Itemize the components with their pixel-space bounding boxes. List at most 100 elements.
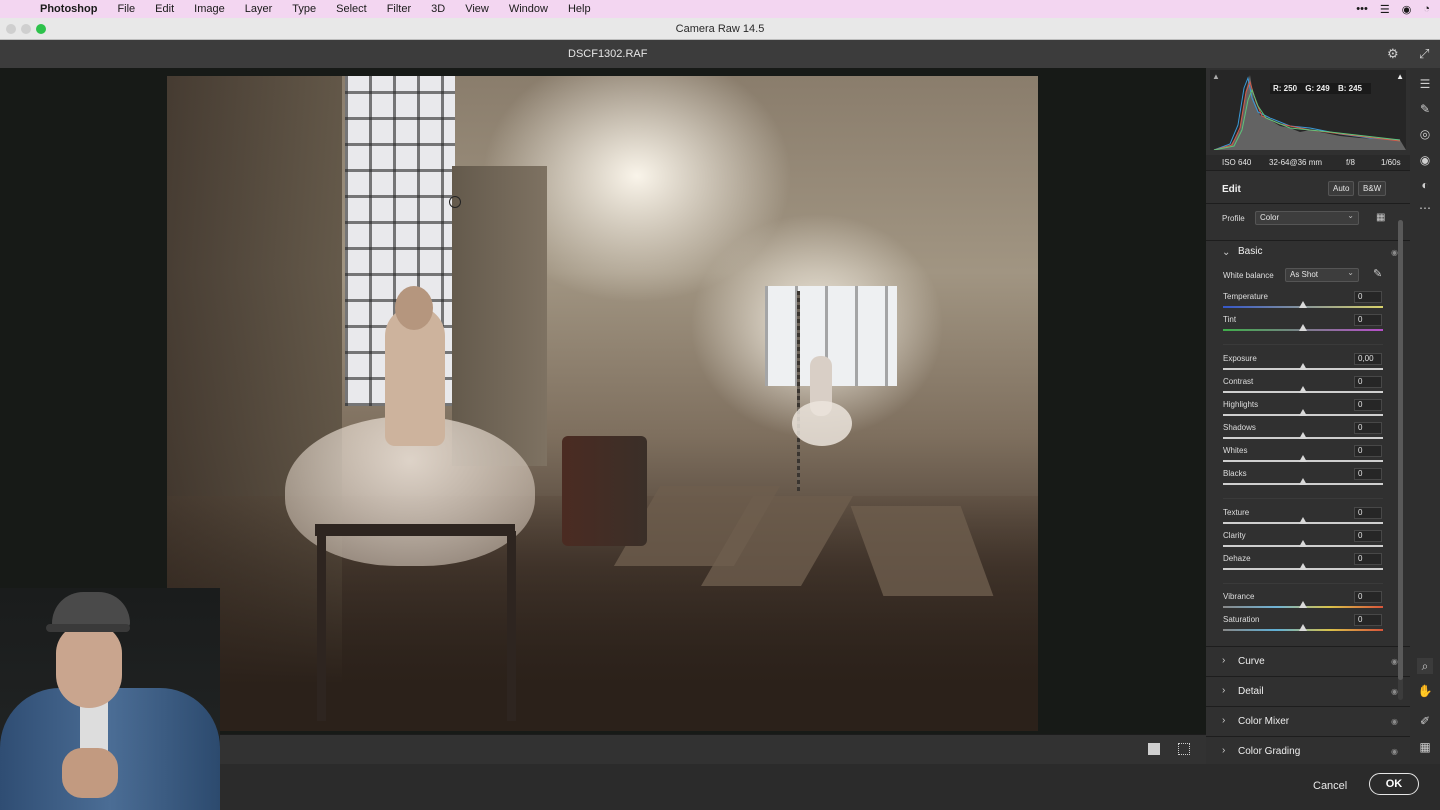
panel-scrollbar[interactable] <box>1398 220 1403 700</box>
profile-browser-icon[interactable]: ▦ <box>1376 212 1385 223</box>
ok-button[interactable]: OK <box>1369 773 1419 795</box>
slider-texture[interactable]: Texture 0 <box>1223 507 1383 531</box>
slider-highlights[interactable]: Highlights 0 <box>1223 399 1383 423</box>
slider-thumb[interactable] <box>1299 517 1307 524</box>
cancel-button[interactable]: Cancel <box>1313 780 1347 792</box>
slider-value-field[interactable]: 0 <box>1354 445 1382 457</box>
zoom-icon[interactable]: ⌕ <box>1417 658 1433 674</box>
slider-exposure[interactable]: Exposure 0,00 <box>1223 353 1383 377</box>
slider-whites[interactable]: Whites 0 <box>1223 445 1383 469</box>
curve-title: Curve <box>1238 656 1265 667</box>
zoom-window-button[interactable] <box>36 24 46 34</box>
eye-icon[interactable]: ◉ <box>1391 657 1398 666</box>
slider-thumb[interactable] <box>1299 363 1307 370</box>
slider-thumb[interactable] <box>1299 324 1307 331</box>
highlight-clipping-icon[interactable]: ▲ <box>1396 72 1404 81</box>
minimize-window-button[interactable] <box>21 24 31 34</box>
before-after-icon[interactable] <box>1178 743 1190 755</box>
detail-section-header[interactable]: › Detail ◉ <box>1206 676 1410 706</box>
slider-value-field[interactable]: 0 <box>1354 530 1382 542</box>
slider-value-field[interactable]: 0 <box>1354 422 1382 434</box>
slider-value-field[interactable]: 0,00 <box>1354 353 1382 365</box>
menu-filter[interactable]: Filter <box>387 3 411 15</box>
menu-file[interactable]: File <box>117 3 135 15</box>
eye-icon[interactable]: ◉ <box>1391 747 1398 756</box>
control-center-icon[interactable]: ☰ <box>1380 3 1390 16</box>
color-grading-section-header[interactable]: › Color Grading ◉ <box>1206 736 1410 764</box>
tool-strip: ☰ ✎ ◎ ◉ ◐ ⋯ ⌕ ✋ ✐ ▦ <box>1410 68 1440 764</box>
red-eye-icon[interactable]: ◉ <box>1417 152 1433 168</box>
healing-brush-icon[interactable]: ✎ <box>1417 101 1433 117</box>
menu-select[interactable]: Select <box>336 3 367 15</box>
menu-app-photoshop[interactable]: Photoshop <box>40 3 97 15</box>
masking-icon[interactable]: ◎ <box>1417 126 1433 142</box>
more-icon[interactable]: ⋯ <box>1417 200 1433 216</box>
slider-value-field[interactable]: 0 <box>1354 291 1382 303</box>
menu-help[interactable]: Help <box>568 3 591 15</box>
grid-icon[interactable]: ▦ <box>1417 739 1433 755</box>
menu-layer[interactable]: Layer <box>245 3 273 15</box>
menu-type[interactable]: Type <box>292 3 316 15</box>
slider-value-field[interactable]: 0 <box>1354 399 1382 411</box>
eyedropper-icon[interactable]: ✎ <box>1373 267 1382 280</box>
slider-thumb[interactable] <box>1299 601 1307 608</box>
slider-thumb[interactable] <box>1299 455 1307 462</box>
single-view-icon[interactable] <box>1148 743 1160 755</box>
slider-thumb[interactable] <box>1299 478 1307 485</box>
curve-section-header[interactable]: › Curve ◉ <box>1206 646 1410 676</box>
menu-3d[interactable]: 3D <box>431 3 445 15</box>
screen-time-icon[interactable]: ◔ <box>1423 3 1430 15</box>
menu-window[interactable]: Window <box>509 3 548 15</box>
slider-thumb[interactable] <box>1299 624 1307 631</box>
slider-vibrance[interactable]: Vibrance 0 <box>1223 591 1383 615</box>
slider-saturation[interactable]: Saturation 0 <box>1223 614 1383 638</box>
color-sampler-icon[interactable]: ✐ <box>1417 713 1433 729</box>
shadow-clipping-icon[interactable]: ▲ <box>1212 72 1220 81</box>
close-window-button[interactable] <box>6 24 16 34</box>
slider-contrast[interactable]: Contrast 0 <box>1223 376 1383 400</box>
bw-button[interactable]: B&W <box>1358 181 1387 196</box>
slider-temperature[interactable]: Temperature 0 <box>1223 291 1383 315</box>
slider-value-field[interactable]: 0 <box>1354 314 1382 326</box>
slider-thumb[interactable] <box>1299 301 1307 308</box>
slider-thumb[interactable] <box>1299 409 1307 416</box>
eye-icon[interactable]: ◉ <box>1391 717 1398 726</box>
color-mixer-section-header[interactable]: › Color Mixer ◉ <box>1206 706 1410 736</box>
scrollbar-thumb[interactable] <box>1398 220 1403 680</box>
siri-icon[interactable]: ◉ <box>1402 3 1412 16</box>
slider-value-field[interactable]: 0 <box>1354 614 1382 626</box>
expand-icon[interactable]: ⤢ <box>1419 46 1429 62</box>
slider-value-field[interactable]: 0 <box>1354 591 1382 603</box>
white-balance-dropdown[interactable]: As Shot <box>1285 267 1359 282</box>
presets-icon[interactable]: ◐ <box>1417 177 1433 193</box>
slider-label: Tint <box>1223 315 1237 324</box>
edit-sliders-icon[interactable]: ☰ <box>1417 76 1433 92</box>
slider-tint[interactable]: Tint 0 <box>1223 314 1383 338</box>
menu-edit[interactable]: Edit <box>155 3 174 15</box>
slider-value-field[interactable]: 0 <box>1354 553 1382 565</box>
basic-section-header[interactable]: ⌄ Basic ◉ <box>1206 240 1410 262</box>
slider-shadows[interactable]: Shadows 0 <box>1223 422 1383 446</box>
slider-dehaze[interactable]: Dehaze 0 <box>1223 553 1383 577</box>
eye-icon[interactable]: ◉ <box>1391 248 1398 257</box>
more-dots-icon[interactable]: ••• <box>1356 3 1368 15</box>
slider-thumb[interactable] <box>1299 432 1307 439</box>
gear-icon[interactable]: ⚙ <box>1387 46 1399 62</box>
photo-preview[interactable] <box>167 76 1038 731</box>
slider-clarity[interactable]: Clarity 0 <box>1223 530 1383 554</box>
slider-value-field[interactable]: 0 <box>1354 376 1382 388</box>
menu-view[interactable]: View <box>465 3 489 15</box>
slider-blacks[interactable]: Blacks 0 <box>1223 468 1383 492</box>
auto-button[interactable]: Auto <box>1328 181 1355 196</box>
hand-icon[interactable]: ✋ <box>1417 683 1433 699</box>
slider-label: Exposure <box>1223 354 1257 363</box>
slider-value-field[interactable]: 0 <box>1354 468 1382 480</box>
slider-value-field[interactable]: 0 <box>1354 507 1382 519</box>
slider-thumb[interactable] <box>1299 563 1307 570</box>
slider-thumb[interactable] <box>1299 386 1307 393</box>
menu-image[interactable]: Image <box>194 3 225 15</box>
profile-dropdown[interactable]: Color <box>1255 210 1359 225</box>
slider-thumb[interactable] <box>1299 540 1307 547</box>
eye-icon[interactable]: ◉ <box>1391 687 1398 696</box>
detail-title: Detail <box>1238 686 1264 697</box>
